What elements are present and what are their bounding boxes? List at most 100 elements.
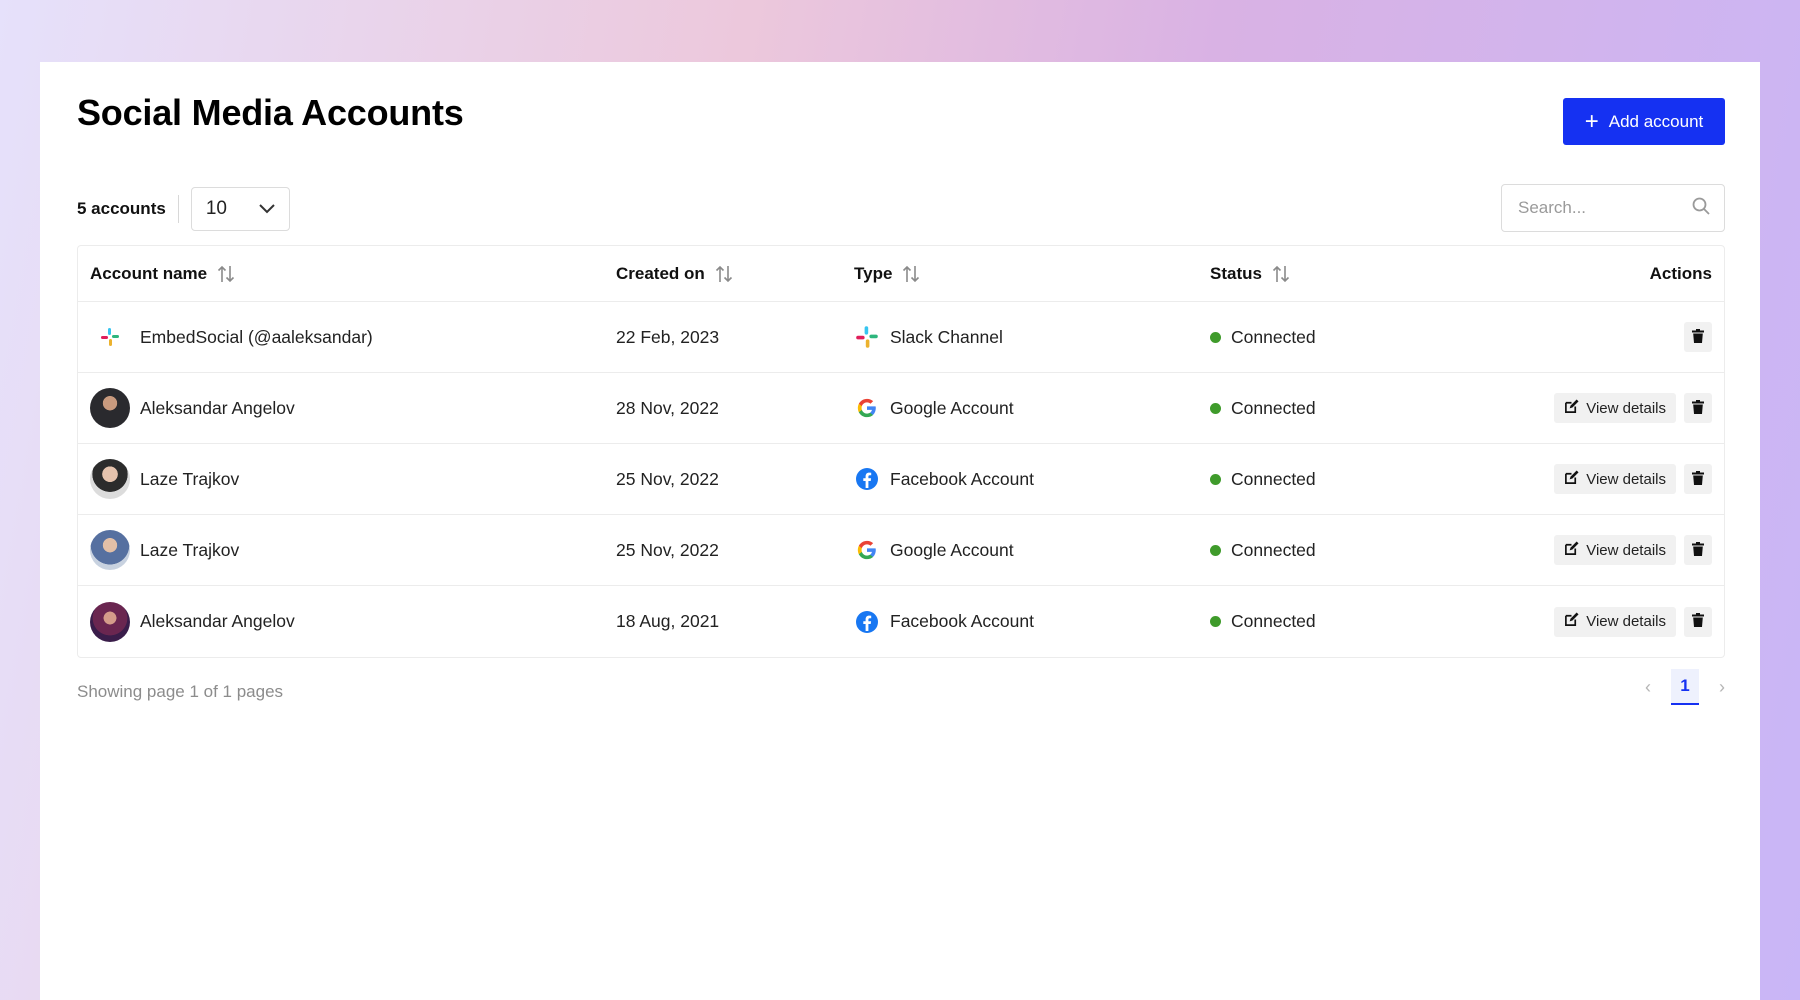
status-text: Connected (1231, 397, 1316, 418)
chevron-down-icon (259, 198, 275, 220)
created-on-cell: 22 Feb, 2023 (616, 302, 719, 372)
column-label: Type (854, 263, 893, 283)
account-name: Laze Trajkov (140, 468, 240, 489)
type-cell: Facebook Account (854, 586, 1034, 657)
column-label: Actions (1649, 263, 1712, 283)
status-dot-icon (1210, 616, 1221, 627)
created-on: 25 Nov, 2022 (616, 539, 719, 560)
actions-cell: View details (1554, 444, 1712, 514)
edit-icon (1564, 469, 1579, 489)
edit-icon (1564, 540, 1579, 560)
type-cell: Facebook Account (854, 444, 1034, 514)
delete-button[interactable] (1684, 464, 1712, 494)
delete-button[interactable] (1684, 393, 1712, 423)
delete-button[interactable] (1684, 322, 1712, 352)
type-cell: Google Account (854, 515, 1014, 585)
add-account-button[interactable]: + Add account (1563, 98, 1725, 145)
search-input[interactable] (1516, 197, 1692, 219)
per-page-select[interactable]: 10 (190, 187, 290, 231)
created-on: 25 Nov, 2022 (616, 468, 719, 489)
delete-button[interactable] (1684, 535, 1712, 565)
google-icon (854, 395, 880, 421)
table-row: Laze Trajkov 25 Nov, 2022 Facebook Accou… (78, 444, 1724, 515)
type-cell: Slack Channel (854, 302, 1003, 372)
status-dot-icon (1210, 402, 1221, 414)
status-text: Connected (1231, 326, 1316, 347)
column-actions: Actions (1650, 246, 1712, 301)
account-type: Google Account (890, 397, 1014, 418)
search-icon[interactable] (1692, 197, 1710, 220)
status-dot-icon (1210, 473, 1221, 485)
created-on: 18 Aug, 2021 (616, 611, 720, 631)
created-on: 28 Nov, 2022 (616, 397, 719, 418)
account-name: Laze Trajkov (140, 539, 240, 560)
facebook-icon (854, 466, 880, 492)
avatar (90, 530, 130, 570)
created-on-cell: 18 Aug, 2021 (616, 586, 719, 657)
sort-icon[interactable] (715, 264, 733, 284)
trash-icon (1692, 470, 1704, 488)
status-dot-icon (1210, 544, 1221, 556)
view-details-label: View details (1586, 470, 1666, 488)
account-name-cell: Aleksandar Angelov (90, 586, 295, 657)
avatar (90, 388, 130, 428)
view-details-button[interactable]: View details (1554, 393, 1676, 423)
column-status[interactable]: Status (1210, 246, 1290, 301)
status-cell: Connected (1210, 515, 1316, 585)
chevron-left-icon[interactable]: ‹ (1645, 677, 1651, 698)
account-name-cell: Aleksandar Angelov (90, 373, 295, 443)
status-cell: Connected (1210, 373, 1316, 443)
list-toolbar: 5 accounts 10 (77, 186, 290, 232)
column-label: Account name (90, 263, 208, 283)
page-title: Social Media Accounts (77, 92, 464, 133)
accounts-table: Account name Created on Type Status Acti… (77, 245, 1725, 658)
actions-cell: View details (1554, 586, 1712, 657)
status-cell: Connected (1210, 444, 1316, 514)
view-details-button[interactable]: View details (1554, 464, 1676, 494)
status-cell: Connected (1210, 302, 1316, 372)
column-created-on[interactable]: Created on (616, 246, 733, 301)
slack-icon (854, 324, 880, 350)
page-button-1[interactable]: 1 (1671, 669, 1699, 705)
account-type: Facebook Account (890, 468, 1034, 489)
column-type[interactable]: Type (854, 246, 920, 301)
created-on-cell: 25 Nov, 2022 (616, 515, 719, 585)
trash-icon (1692, 613, 1704, 630)
view-details-button[interactable]: View details (1554, 606, 1676, 637)
search-box[interactable] (1501, 184, 1725, 232)
chevron-right-icon[interactable]: › (1719, 677, 1725, 698)
column-account-name[interactable]: Account name (90, 246, 235, 301)
column-label: Created on (616, 263, 705, 283)
sort-icon[interactable] (217, 264, 235, 284)
divider (177, 195, 179, 223)
actions-cell: View details (1554, 373, 1712, 443)
created-on-cell: 28 Nov, 2022 (616, 373, 719, 443)
delete-button[interactable] (1684, 606, 1712, 637)
accounts-count: 5 accounts (77, 199, 166, 218)
status-text: Connected (1231, 468, 1316, 489)
edit-icon (1564, 398, 1579, 418)
table-row: Laze Trajkov 25 Nov, 2022 Google Account… (78, 515, 1724, 586)
view-details-label: View details (1586, 541, 1666, 559)
plus-icon: + (1584, 107, 1599, 135)
table-header: Account name Created on Type Status Acti… (78, 246, 1724, 302)
accounts-panel: Social Media Accounts + Add account 5 ac… (40, 62, 1760, 1000)
status-dot-icon (1210, 331, 1221, 343)
status-cell: Connected (1210, 586, 1316, 657)
per-page-value: 10 (205, 198, 227, 219)
sort-icon[interactable] (902, 264, 920, 284)
sort-icon[interactable] (1272, 264, 1290, 284)
actions-cell (1684, 302, 1712, 372)
account-type: Slack Channel (890, 326, 1003, 347)
account-name: EmbedSocial (@aaleksandar) (140, 326, 373, 347)
view-details-button[interactable]: View details (1554, 535, 1676, 565)
table-row: Aleksandar Angelov 28 Nov, 2022 Google A… (78, 373, 1724, 444)
pagination-summary: Showing page 1 of 1 pages (77, 682, 284, 701)
table-row: Aleksandar Angelov 18 Aug, 2021 Facebook… (78, 586, 1724, 657)
actions-cell: View details (1554, 515, 1712, 585)
trash-icon (1692, 541, 1704, 559)
account-type: Google Account (890, 539, 1014, 560)
add-account-label: Add account (1608, 111, 1704, 131)
account-type: Facebook Account (890, 611, 1034, 631)
status-text: Connected (1231, 611, 1316, 631)
